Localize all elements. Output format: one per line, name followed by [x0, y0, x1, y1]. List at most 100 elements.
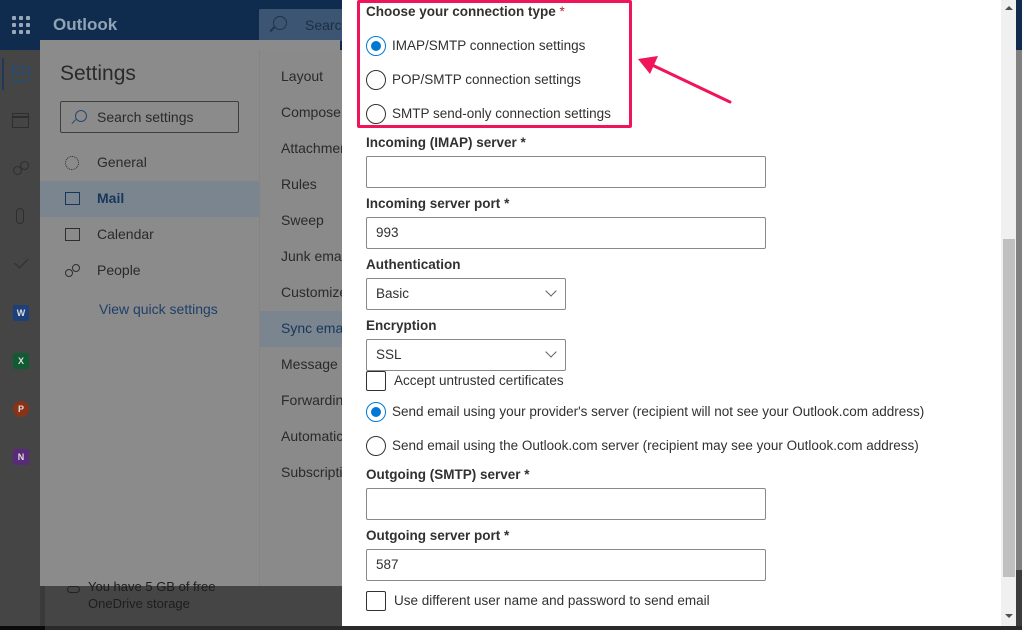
- outgoing-server-input[interactable]: [366, 488, 766, 520]
- brand-name: Outlook: [53, 15, 118, 34]
- required-mark: *: [504, 196, 510, 211]
- subnav-label: Sync email: [281, 320, 342, 336]
- rail-active-indicator: [2, 58, 4, 90]
- label-text: Outgoing server port: [366, 528, 501, 543]
- settings-nav-calendar[interactable]: Calendar: [40, 217, 259, 253]
- app-rail: W X P N: [0, 50, 40, 630]
- bottom-edge: [45, 626, 1022, 630]
- checkbox-label: Use different user name and password to …: [394, 593, 710, 608]
- subnav-layout[interactable]: Layout: [260, 59, 342, 95]
- subnav-rules[interactable]: Rules: [260, 167, 342, 203]
- required-mark: *: [559, 4, 565, 19]
- mail-icon[interactable]: [12, 66, 29, 81]
- subnav-customize-actions[interactable]: Customize actions: [260, 275, 342, 311]
- subnav-label: Attachments: [281, 140, 342, 156]
- subnav-sweep[interactable]: Sweep: [260, 203, 342, 239]
- app-launcher-icon[interactable]: [12, 16, 30, 34]
- radio-label: Send email using the Outlook.com server …: [392, 438, 919, 453]
- subnav-attachments[interactable]: Attachments: [260, 131, 342, 167]
- powerpoint-icon[interactable]: P: [13, 401, 29, 417]
- gear-icon: [65, 156, 79, 170]
- radio-label: SMTP send-only connection settings: [392, 106, 611, 121]
- settings-title: Settings: [60, 62, 136, 85]
- connection-type-label: Choose your connection type *: [366, 4, 565, 19]
- chevron-down-icon: [545, 285, 557, 297]
- dropdown-value: Basic: [376, 286, 410, 301]
- scroll-up-arrow-icon[interactable]: [1005, 6, 1013, 10]
- incoming-server-label: Incoming (IMAP) server *: [366, 135, 526, 150]
- subnav-label: Message handling: [281, 356, 342, 372]
- radio-button[interactable]: [366, 436, 386, 456]
- settings-nav-mail[interactable]: Mail: [40, 181, 259, 217]
- subnav-junk-email[interactable]: Junk email: [260, 239, 342, 275]
- nav-label: General: [97, 154, 147, 170]
- subnav-automatic-replies[interactable]: Automatic replies: [260, 419, 342, 455]
- radio-button[interactable]: [366, 104, 386, 124]
- scroll-down-arrow-icon[interactable]: [1005, 614, 1013, 618]
- mail-icon: [65, 192, 80, 205]
- subnav-label: Junk email: [281, 248, 342, 264]
- radio-button[interactable]: [366, 402, 386, 422]
- subnav-label: Compose and reply: [281, 104, 342, 120]
- storage-text-line2: OneDrive storage: [88, 596, 190, 611]
- label-text: Choose your connection type: [366, 4, 556, 19]
- nav-label: Calendar: [97, 226, 154, 242]
- subnav-label: Sweep: [281, 212, 324, 228]
- background-edge: [1016, 50, 1022, 626]
- required-mark: *: [524, 467, 530, 482]
- bottom-edge: [0, 626, 45, 630]
- subnav-sync-email[interactable]: Sync email: [260, 311, 342, 347]
- search-icon: [273, 16, 287, 30]
- onedrive-storage-notice: You have 5 GB of free OneDrive storage: [45, 579, 342, 630]
- label-text: Incoming (IMAP) server: [366, 135, 517, 150]
- required-mark: *: [520, 135, 526, 150]
- incoming-server-input[interactable]: [366, 156, 766, 188]
- checkbox-label: Accept untrusted certificates: [394, 373, 564, 388]
- incoming-port-label: Incoming server port *: [366, 196, 509, 211]
- dialog-scrollbar[interactable]: [1001, 0, 1016, 626]
- subnav-label: Rules: [281, 176, 317, 192]
- subnav-label: Customize actions: [281, 284, 342, 300]
- subnav-forwarding[interactable]: Forwarding: [260, 383, 342, 419]
- settings-nav-general[interactable]: General: [40, 145, 259, 181]
- chevron-down-icon: [545, 346, 557, 358]
- radio-button[interactable]: [366, 70, 386, 90]
- view-quick-settings-link[interactable]: View quick settings: [99, 301, 218, 317]
- calendar-icon: [65, 228, 80, 241]
- nav-label: People: [97, 262, 141, 278]
- authentication-dropdown[interactable]: Basic: [366, 278, 566, 310]
- files-icon[interactable]: [16, 208, 24, 224]
- checkbox[interactable]: [366, 591, 386, 611]
- calendar-icon[interactable]: [12, 113, 29, 128]
- subnav-compose[interactable]: Compose and reply: [260, 95, 342, 131]
- cloud-icon: [67, 586, 80, 593]
- excel-icon[interactable]: X: [13, 353, 29, 369]
- subnav-label: Forwarding: [281, 392, 342, 408]
- incoming-port-input[interactable]: 993: [366, 217, 766, 249]
- radio-button[interactable]: [366, 36, 386, 56]
- subnav-label: Automatic replies: [281, 428, 342, 444]
- outgoing-port-input[interactable]: 587: [366, 549, 766, 581]
- search-icon: [75, 110, 87, 122]
- encryption-dropdown[interactable]: SSL: [366, 339, 566, 371]
- settings-nav-people[interactable]: People: [40, 253, 259, 289]
- outgoing-server-label: Outgoing (SMTP) server *: [366, 467, 530, 482]
- label-text: Outgoing (SMTP) server: [366, 467, 521, 482]
- todo-icon[interactable]: [12, 257, 29, 272]
- radio-label: Send email using your provider's server …: [392, 404, 925, 419]
- authentication-label: Authentication: [366, 257, 461, 272]
- mail-settings-subnav: Layout Compose and reply Attachments Rul…: [259, 50, 342, 586]
- onenote-icon[interactable]: N: [13, 449, 29, 465]
- checkbox[interactable]: [366, 371, 386, 391]
- screen: Outlook Search W X P N Settings Search s…: [0, 0, 1022, 630]
- scrollbar-thumb[interactable]: [1003, 239, 1015, 577]
- subnav-label: Subscriptions: [281, 464, 342, 480]
- subnav-subscriptions[interactable]: Subscriptions: [260, 455, 342, 491]
- people-icon[interactable]: [12, 161, 29, 176]
- subnav-label: Layout: [281, 68, 324, 84]
- settings-search-input[interactable]: Search settings: [60, 101, 239, 133]
- annotation-arrow-icon: [638, 56, 732, 104]
- word-icon[interactable]: W: [13, 305, 29, 321]
- nav-label: Mail: [97, 190, 125, 206]
- subnav-message-handling[interactable]: Message handling: [260, 347, 342, 383]
